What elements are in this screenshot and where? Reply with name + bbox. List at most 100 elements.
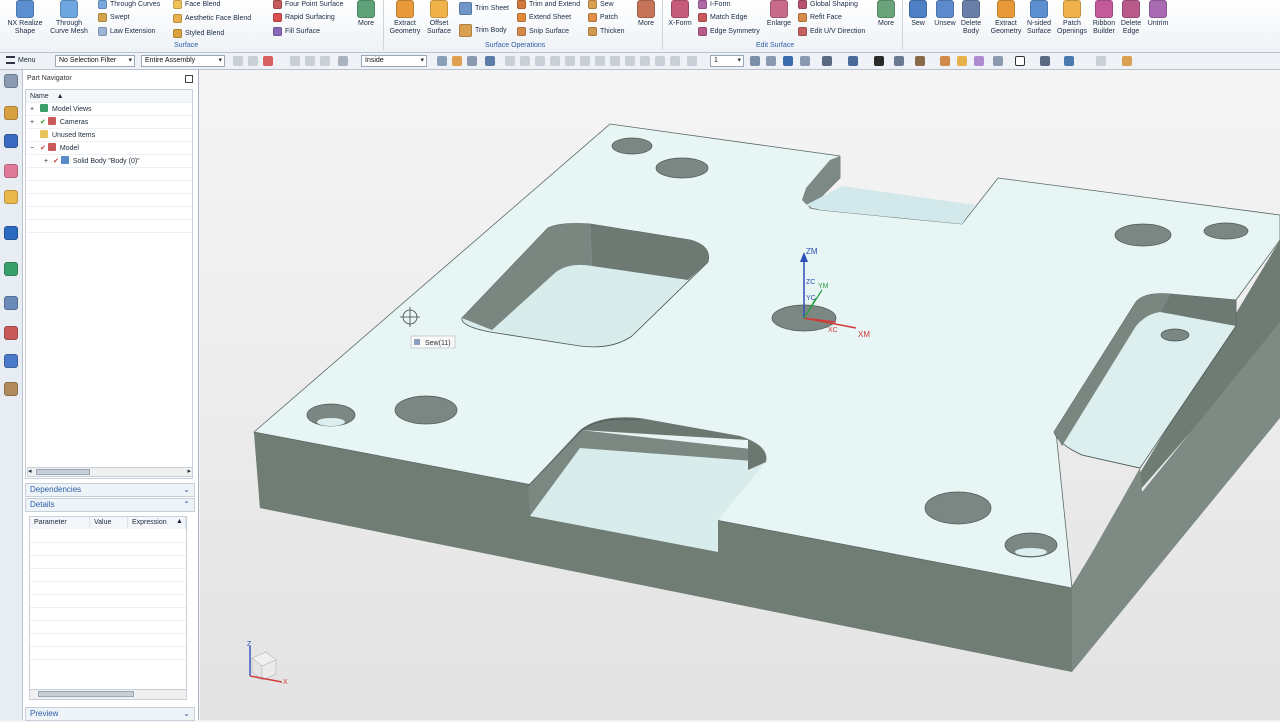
- snap-clear-icon[interactable]: [687, 56, 697, 66]
- model-canvas[interactable]: ZM XM ZC YC YM XC Sew(11) Z X: [200, 70, 1280, 720]
- delete-edge-button[interactable]: Delete Edge: [1118, 0, 1144, 36]
- grid-icon[interactable]: [1040, 56, 1050, 66]
- shaded-icon[interactable]: [957, 56, 967, 66]
- part-navigator-icon[interactable]: [4, 164, 18, 178]
- tree-item-solid-body[interactable]: + ✔ Solid Body "Body (0)": [26, 155, 192, 168]
- history-palette-icon[interactable]: [4, 262, 18, 276]
- snap-bounded-icon[interactable]: [655, 56, 665, 66]
- checkmark-icon[interactable]: ✔: [53, 158, 59, 165]
- snap-midpoint-icon[interactable]: [520, 56, 530, 66]
- box-select-icon[interactable]: [452, 56, 462, 66]
- constraint-navigator-icon[interactable]: [4, 134, 18, 148]
- menu-button[interactable]: Menu: [6, 56, 36, 64]
- assembly-scope-dropdown[interactable]: Entire Assembly: [141, 55, 225, 67]
- tree-item-model[interactable]: − ✔ Model: [26, 142, 192, 155]
- patch-openings-button[interactable]: Patch Openings: [1056, 0, 1088, 36]
- match-edge-item[interactable]: Match Edge: [698, 13, 747, 22]
- snap-point-icon[interactable]: [595, 56, 605, 66]
- view-orient-icon[interactable]: [437, 56, 447, 66]
- expand-icon[interactable]: +: [30, 106, 34, 113]
- view-triad-icon[interactable]: [993, 56, 1003, 66]
- details-section[interactable]: Details ⌃: [25, 498, 195, 512]
- reuse-library-icon[interactable]: [4, 190, 18, 204]
- delete-body-button[interactable]: Delete Body: [958, 0, 984, 36]
- tree-item-unused-items[interactable]: Unused Items: [26, 129, 192, 142]
- snap-icon[interactable]: [467, 56, 477, 66]
- web-browser-icon[interactable]: [4, 226, 18, 240]
- x-form-button[interactable]: X-Form: [666, 0, 694, 28]
- roles-icon[interactable]: [4, 326, 18, 340]
- surface-more-button[interactable]: More: [354, 0, 378, 28]
- edge-symmetry-item[interactable]: Edge Symmetry: [698, 27, 760, 36]
- snip-surface-item[interactable]: Snip Surface: [517, 27, 569, 36]
- edit-uv-direction-item[interactable]: Edit U/V Direction: [798, 27, 865, 36]
- rotate-icon[interactable]: [783, 56, 793, 66]
- hd3d-tools-icon[interactable]: [4, 382, 18, 396]
- swept-item[interactable]: Swept: [98, 13, 129, 22]
- scroll-right-icon[interactable]: ▸: [187, 467, 191, 475]
- nx-realize-shape-button[interactable]: NX Realize Shape: [6, 0, 44, 36]
- deselect-icon[interactable]: [248, 56, 258, 66]
- settings-icon[interactable]: [4, 74, 18, 88]
- snap-endpoint-icon[interactable]: [505, 56, 515, 66]
- snap-pole-icon[interactable]: [670, 56, 680, 66]
- extract-geometry-right-button[interactable]: Extract Geometry: [988, 0, 1024, 36]
- collapse-icon[interactable]: −: [30, 145, 34, 152]
- show-hide-icon[interactable]: [940, 56, 950, 66]
- aesthetic-face-blend-item[interactable]: Aesthetic Face Blend: [173, 14, 251, 23]
- face-blend-item[interactable]: Face Blend: [173, 0, 220, 9]
- dependencies-section[interactable]: Dependencies ⌄: [25, 483, 195, 497]
- redo-icon[interactable]: [305, 56, 315, 66]
- tree-item-model-views[interactable]: + Model Views: [26, 103, 192, 116]
- undo-icon[interactable]: [290, 56, 300, 66]
- graphics-window[interactable]: ZM XM ZC YC YM XC Sew(11) Z X: [200, 70, 1280, 720]
- enlarge-button[interactable]: Enlarge: [764, 0, 794, 28]
- rapid-surfacing-item[interactable]: Rapid Surfacing: [273, 13, 335, 22]
- fit-icon[interactable]: [750, 56, 760, 66]
- extend-sheet-item[interactable]: Extend Sheet: [517, 13, 571, 22]
- untrim-button[interactable]: Untrim: [1144, 0, 1172, 28]
- snap-control-icon[interactable]: [535, 56, 545, 66]
- expand-icon[interactable]: +: [44, 158, 48, 165]
- trim-and-extend-item[interactable]: Trim and Extend: [517, 0, 580, 9]
- surface-operations-more-button[interactable]: More: [634, 0, 658, 28]
- horizontal-scrollbar[interactable]: ◂ ▸: [27, 467, 193, 477]
- styled-blend-item[interactable]: Styled Blend: [173, 29, 224, 38]
- inside-dropdown[interactable]: Inside: [361, 55, 427, 67]
- fill-surface-item[interactable]: Fill Surface: [273, 27, 320, 36]
- work-layer-icon[interactable]: [915, 56, 925, 66]
- snap-toggle-icon[interactable]: [1096, 56, 1106, 66]
- edit-surface-more-button[interactable]: More: [874, 0, 898, 28]
- edit-section-icon[interactable]: [894, 56, 904, 66]
- trim-sheet-item[interactable]: Trim Sheet: [459, 2, 509, 15]
- scroll-thumb[interactable]: [38, 691, 134, 697]
- select-all-icon[interactable]: [233, 56, 243, 66]
- four-point-surface-item[interactable]: Four Point Surface: [273, 0, 343, 9]
- snap-quadrant-icon[interactable]: [580, 56, 590, 66]
- history-icon[interactable]: [320, 56, 330, 66]
- layer-dropdown[interactable]: 1: [710, 55, 744, 67]
- sew-item[interactable]: Sew: [588, 0, 614, 9]
- orient-view-icon[interactable]: [822, 56, 832, 66]
- selection-box-icon[interactable]: [338, 56, 348, 66]
- customize-icon[interactable]: [1122, 56, 1132, 66]
- trim-body-item[interactable]: Trim Body: [459, 24, 507, 37]
- expand-icon[interactable]: +: [30, 119, 34, 126]
- offset-surface-button[interactable]: Offset Surface: [424, 0, 454, 36]
- sew-button[interactable]: Sew: [906, 0, 930, 28]
- patch-item[interactable]: Patch: [588, 13, 618, 22]
- system-scenes-icon[interactable]: [4, 354, 18, 368]
- process-studio-icon[interactable]: [4, 296, 18, 310]
- refit-face-item[interactable]: Refit Face: [798, 13, 842, 22]
- parameter-column-header[interactable]: Parameter: [30, 517, 90, 529]
- checkmark-icon[interactable]: ✔: [40, 145, 46, 152]
- name-column-header[interactable]: Name ▲: [26, 90, 192, 103]
- assembly-navigator-icon[interactable]: [4, 106, 18, 120]
- ribbon-builder-button[interactable]: Ribbon Builder: [1090, 0, 1118, 36]
- extract-geometry-button[interactable]: Extract Geometry: [388, 0, 422, 36]
- checkmark-icon[interactable]: ✔: [40, 119, 46, 126]
- wireframe-icon[interactable]: [974, 56, 984, 66]
- value-column-header[interactable]: Value: [90, 517, 128, 529]
- snap-curve-icon[interactable]: [610, 56, 620, 66]
- wcs-icon[interactable]: [1064, 56, 1074, 66]
